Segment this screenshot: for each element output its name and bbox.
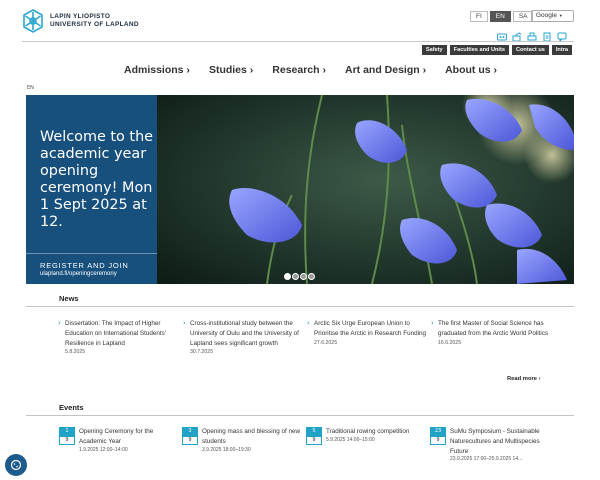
language-switcher: FI EN SA [470, 11, 534, 22]
event-day: 1 [59, 427, 75, 436]
news-title[interactable]: Dissertation: The Impact of Higher Educa… [65, 319, 181, 348]
news-date: 16.6.2025 [438, 339, 462, 346]
carousel-dot-3[interactable] [300, 273, 307, 280]
event-month: 9 [306, 436, 322, 445]
event-item[interactable]: 23 9 SuMu Symposium - Sustainable Nature… [430, 427, 550, 462]
snowflake-logo-icon [23, 9, 43, 33]
calendar-date-badge: 5 9 [306, 427, 322, 445]
hero-divider [26, 253, 157, 254]
calendar-date-badge: 23 9 [430, 427, 446, 445]
news-item[interactable]: › Cross-institutional study between the … [183, 319, 306, 356]
hero-register-link[interactable]: REGISTER AND JOIN [40, 261, 129, 270]
university-logo[interactable]: LAPIN YLIOPISTO UNIVERSITY OF LAPLAND [22, 9, 139, 33]
event-time: 1.9.2025 12:00–14:00 [79, 446, 128, 453]
carousel-dot-1[interactable] [284, 273, 291, 280]
main-navigation: Admissions › Studies › Research › Art an… [124, 64, 497, 76]
news-title[interactable]: Arctic Six Urge European Union to Priori… [314, 319, 430, 339]
carousel-dots [284, 273, 315, 280]
event-title[interactable]: Traditional rowing competition [326, 427, 426, 437]
event-time: 5.9.2025 14:00–15:00 [326, 436, 375, 443]
hero-carousel[interactable]: Welcome to the academic year opening cer… [26, 95, 574, 284]
nav-about-us[interactable]: About us › [445, 64, 497, 76]
chat-icon[interactable] [557, 27, 567, 43]
event-item[interactable]: 1 9 Opening Ceremony for the Academic Ye… [59, 427, 179, 453]
news-heading: News [59, 294, 79, 303]
share-icon[interactable] [512, 27, 522, 42]
event-title[interactable]: Opening Ceremony for the Academic Year [79, 427, 179, 447]
event-day: 23 [430, 427, 446, 436]
news-divider [26, 306, 574, 307]
news-read-more-link[interactable]: Read more › [507, 376, 541, 382]
news-date: 27.6.2025 [314, 339, 338, 346]
news-title[interactable]: Cross-institutional study between the Un… [190, 319, 306, 348]
event-day: 5 [306, 427, 322, 436]
nav-studies[interactable]: Studies › [209, 64, 253, 76]
event-month: 9 [182, 436, 198, 445]
header-divider [22, 41, 574, 42]
carousel-dot-4[interactable] [308, 273, 315, 280]
cookie-settings-button[interactable] [5, 454, 27, 476]
news-date: 5.8.2025 [65, 349, 86, 356]
nav-art-and-design[interactable]: Art and Design › [345, 64, 426, 76]
hero-url-link[interactable]: ulapland.fi/openingceremony [40, 271, 117, 277]
event-title[interactable]: SuMu Symposium - Sustainable Naturecultu… [450, 427, 550, 456]
google-translate-select[interactable]: Google ▼ [531, 10, 574, 22]
news-title[interactable]: The first Master of Social Science has g… [438, 319, 554, 339]
event-time: 23.9.2025 17:00–25.9.2025 14... [450, 456, 523, 463]
calendar-date-badge: 1 9 [59, 427, 75, 445]
page-language-tag: EN [27, 85, 34, 91]
events-heading: Events [59, 403, 84, 412]
google-translate-label: Google [536, 12, 557, 19]
logo-text: LAPIN YLIOPISTO UNIVERSITY OF LAPLAND [50, 13, 139, 29]
hero-title: Welcome to the academic year opening cer… [40, 129, 154, 230]
events-divider [26, 415, 574, 416]
event-month: 9 [59, 436, 75, 445]
news-item[interactable]: › Dissertation: The Impact of Higher Edu… [58, 319, 181, 356]
hero-text-panel: Welcome to the academic year opening cer… [26, 95, 157, 284]
tool-icons [497, 27, 567, 43]
event-item[interactable]: 5 9 Traditional rowing competition 5.9.2… [306, 427, 426, 445]
chevron-right-icon: › [183, 319, 186, 327]
chevron-down-icon: ▼ [558, 13, 563, 18]
news-item[interactable]: › Arctic Six Urge European Union to Prio… [307, 319, 430, 346]
chevron-right-icon: › [431, 319, 434, 327]
logo-line-1: LAPIN YLIOPISTO [50, 13, 111, 20]
calendar-date-badge: 3 9 [182, 427, 198, 445]
link-faculties-units[interactable]: Faculties and Units [449, 45, 509, 55]
lang-en[interactable]: EN [489, 11, 511, 22]
news-item[interactable]: › The first Master of Social Science has… [431, 319, 554, 346]
event-month: 9 [430, 436, 446, 445]
event-time: 3.9.2025 18:00–19:30 [202, 446, 251, 453]
accessibility-icon[interactable] [497, 27, 507, 41]
utility-links: Safety Faculties and Units Contact us In… [421, 45, 572, 55]
nav-research[interactable]: Research › [272, 64, 326, 76]
link-contact-us[interactable]: Contact us [511, 45, 549, 55]
bellflower-photo [157, 95, 574, 284]
bookmark-icon[interactable] [542, 27, 552, 42]
chevron-right-icon: › [307, 319, 310, 327]
event-title[interactable]: Opening mass and blessing of new student… [202, 427, 302, 447]
event-item[interactable]: 3 9 Opening mass and blessing of new stu… [182, 427, 302, 453]
lang-fi[interactable]: FI [470, 11, 488, 22]
nav-admissions[interactable]: Admissions › [124, 64, 190, 76]
news-date: 30.7.2025 [190, 349, 214, 356]
event-day: 3 [182, 427, 198, 436]
print-icon[interactable] [527, 27, 537, 41]
cookie-icon [10, 459, 22, 471]
logo-line-2: UNIVERSITY OF LAPLAND [50, 21, 139, 28]
chevron-right-icon: › [58, 319, 61, 327]
link-intra[interactable]: Intra [551, 45, 572, 55]
carousel-dot-2[interactable] [292, 273, 299, 280]
link-safety[interactable]: Safety [421, 45, 447, 55]
